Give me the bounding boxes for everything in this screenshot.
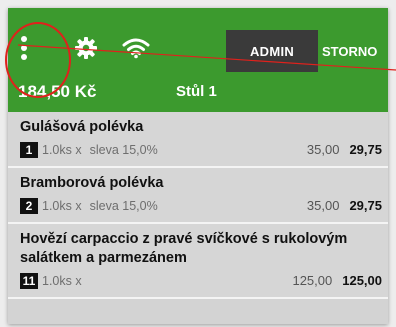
item-name: Bramborová polévka bbox=[20, 175, 164, 191]
item-total: 125,00 bbox=[342, 273, 382, 288]
storno-button[interactable]: STORNO bbox=[322, 30, 388, 72]
item-discount: sleva 15,0% bbox=[89, 198, 158, 213]
item-name: Gulášová polévka bbox=[20, 119, 144, 135]
gear-icon[interactable] bbox=[72, 32, 100, 64]
admin-button[interactable]: ADMIN bbox=[226, 30, 318, 72]
item-unit-price: 35,00 bbox=[306, 198, 340, 213]
item-seq-badge: 11 bbox=[20, 272, 38, 289]
item-seq-badge: 2 bbox=[20, 197, 38, 214]
header-bar: ADMIN STORNO 184,50 Kč Stůl 1 bbox=[8, 8, 388, 112]
item-qty: 1.0ks x bbox=[42, 273, 82, 288]
order-total: 184,50 Kč bbox=[18, 82, 97, 101]
list-item[interactable]: Bramborová polévka 2 1.0ks x sleva 15,0%… bbox=[8, 168, 388, 224]
item-qty: 1.0ks x bbox=[42, 198, 82, 213]
order-items-list: Gulášová polévka 1 1.0ks x sleva 15,0% 3… bbox=[8, 112, 388, 299]
item-qty: 1.0ks x bbox=[42, 142, 82, 157]
item-seq-badge: 1 bbox=[20, 141, 38, 158]
header-icons bbox=[8, 32, 218, 64]
wifi-icon bbox=[120, 32, 152, 64]
item-total: 29,75 bbox=[349, 142, 382, 157]
order-screen: ADMIN STORNO 184,50 Kč Stůl 1 Gulášová p… bbox=[8, 8, 388, 324]
table-name: Stůl 1 bbox=[176, 83, 217, 100]
list-item[interactable]: Gulášová polévka 1 1.0ks x sleva 15,0% 3… bbox=[8, 112, 388, 168]
list-item[interactable]: Hovězí carpaccio z pravé svíčkové s ruko… bbox=[8, 224, 388, 299]
item-total: 29,75 bbox=[349, 198, 382, 213]
item-name: Hovězí carpaccio z pravé svíčkové s ruko… bbox=[20, 231, 348, 266]
item-unit-price: 125,00 bbox=[292, 273, 333, 288]
item-unit-price: 35,00 bbox=[306, 142, 340, 157]
more-vert-icon[interactable] bbox=[16, 32, 32, 64]
item-discount: sleva 15,0% bbox=[89, 142, 158, 157]
